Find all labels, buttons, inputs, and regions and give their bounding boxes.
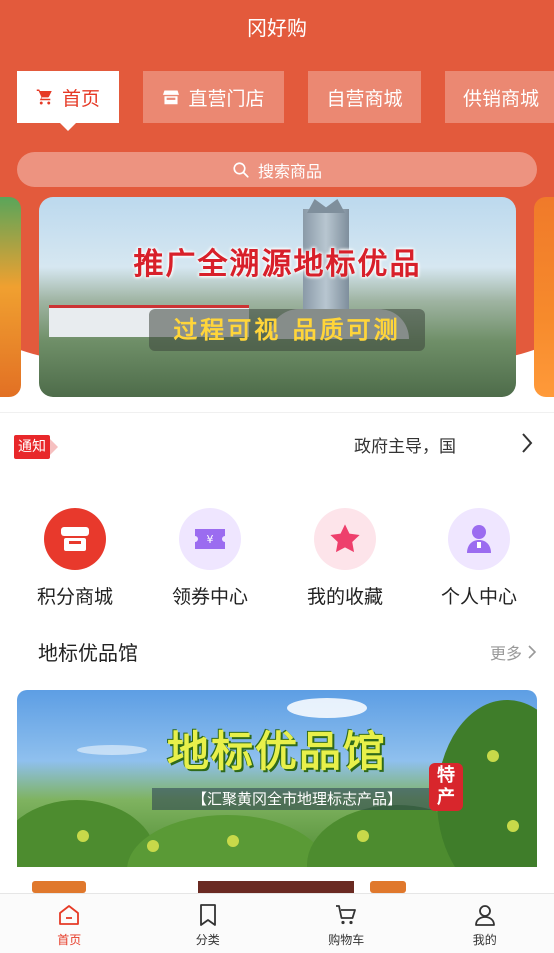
chestnut-decoration <box>507 820 519 832</box>
tab-self-mall[interactable]: 自营商城 <box>308 71 421 123</box>
chevron-right-icon[interactable] <box>520 432 534 454</box>
section-more-label: 更多 <box>490 644 523 663</box>
tab-supply-mall-label: 供销商城 <box>463 87 540 110</box>
feature-banner[interactable]: 地标优品馆 【汇聚黄冈全市地理标志产品】 特产 <box>17 690 537 867</box>
quick-entry-label: 积分商城 <box>36 586 113 608</box>
notice-bar[interactable]: 通知 政府主导，国 <box>0 412 554 474</box>
nav-profile-label: 我的 <box>472 933 497 947</box>
search-bar[interactable]: 搜索商品 <box>17 152 537 187</box>
tab-stores[interactable]: 直营门店 <box>143 71 284 123</box>
carousel-banner[interactable]: 推广全溯源地标优品 过程可视 品质可测 <box>39 197 516 397</box>
user-icon <box>474 905 495 926</box>
svg-text:¥: ¥ <box>207 533 214 546</box>
nav-home-label: 首页 <box>57 933 82 947</box>
chestnut-decoration <box>357 830 369 842</box>
chestnut-decoration <box>77 830 89 842</box>
tab-self-mall-label: 自营商城 <box>326 87 403 110</box>
nav-home[interactable]: 首页 <box>0 894 139 953</box>
bottom-nav: 首页 分类 购物车 我的 <box>0 893 554 953</box>
nav-cart[interactable]: 购物车 <box>277 894 416 953</box>
cloud-decoration <box>287 698 367 718</box>
star-icon <box>314 508 376 570</box>
product-card-peek[interactable] <box>198 881 354 893</box>
quick-entries: 积分商城 ¥ 领券中心 我的收藏 个人中心 <box>0 508 554 608</box>
nav-profile[interactable]: 我的 <box>416 894 554 953</box>
quick-entry-label: 我的收藏 <box>306 586 383 608</box>
person-icon <box>448 508 510 570</box>
section-title: 地标优品馆 <box>38 641 138 665</box>
product-card-peek[interactable] <box>32 881 86 893</box>
tab-home-label: 首页 <box>61 87 100 110</box>
quick-entry-personal-center[interactable]: 个人中心 <box>419 508 539 609</box>
cart-icon <box>36 88 54 106</box>
product-card-peek[interactable] <box>370 881 406 893</box>
nav-category-label: 分类 <box>195 933 220 947</box>
nav-cart-label: 购物车 <box>328 933 365 947</box>
bookmark-icon <box>199 904 216 926</box>
quick-entry-points-mall[interactable]: 积分商城 <box>15 508 135 609</box>
points-mall-icon <box>44 508 106 570</box>
chestnut-decoration <box>147 840 159 852</box>
app-title: 冈好购 <box>247 16 307 40</box>
quick-entry-favorites[interactable]: 我的收藏 <box>285 508 405 609</box>
banner-prev-slide[interactable] <box>0 197 21 397</box>
section-more-link[interactable]: 更多 <box>490 640 538 664</box>
home-icon <box>59 905 80 925</box>
tab-stores-label: 直营门店 <box>188 87 265 110</box>
quick-entry-coupon-center[interactable]: ¥ 领券中心 <box>150 508 270 609</box>
search-icon <box>233 161 249 178</box>
feature-subtitle: 【汇聚黄冈全市地理标志产品】 <box>152 788 442 810</box>
coupon-icon: ¥ <box>179 508 241 570</box>
shopping-cart-icon <box>336 905 357 925</box>
chevron-right-icon <box>528 645 537 659</box>
banner-subtitle: 过程可视 品质可测 <box>149 309 425 351</box>
nav-category[interactable]: 分类 <box>139 894 278 953</box>
store-icon <box>162 89 180 105</box>
notice-badge: 通知 <box>14 435 50 459</box>
banner-title: 推广全溯源地标优品 <box>133 247 422 282</box>
tab-supply-mall[interactable]: 供销商城 <box>445 71 554 123</box>
chestnut-decoration <box>227 835 239 847</box>
search-placeholder: 搜索商品 <box>257 161 322 181</box>
quick-entry-label: 个人中心 <box>440 586 517 608</box>
quick-entry-label: 领券中心 <box>171 586 248 608</box>
tab-home[interactable]: 首页 <box>17 71 119 131</box>
specialty-badge: 特产 <box>429 763 463 811</box>
notice-text: 政府主导，国 <box>354 437 456 457</box>
top-tabs: 首页 直营门店 自营商城 供销商城 <box>17 71 554 131</box>
banner-next-slide[interactable] <box>534 197 554 397</box>
